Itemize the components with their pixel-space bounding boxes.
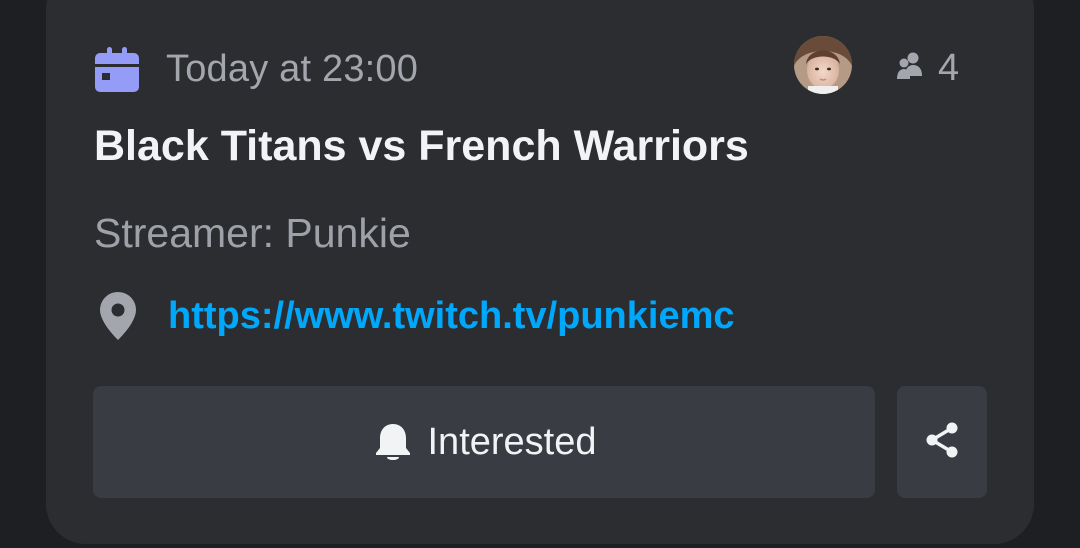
- event-date: Today at 23:00: [166, 47, 419, 90]
- event-location: https://www.twitch.tv/punkiemc: [98, 286, 735, 346]
- share-icon: [922, 420, 962, 465]
- share-button[interactable]: [897, 386, 987, 498]
- interested-label: Interested: [427, 420, 597, 463]
- bell-icon: [372, 421, 414, 463]
- event-title: Black Titans vs French Warriors: [94, 122, 749, 170]
- attendee-count: 4: [938, 46, 960, 89]
- event-date-row: Today at 23:00: [94, 40, 418, 98]
- event-description: Streamer: Punkie: [94, 210, 411, 256]
- location-pin-icon: [98, 291, 138, 341]
- creator-avatar[interactable]: [794, 36, 852, 94]
- people-icon: [896, 52, 926, 85]
- location-link[interactable]: https://www.twitch.tv/punkiemc: [168, 295, 735, 338]
- interested-button[interactable]: Interested: [93, 386, 875, 498]
- calendar-icon: [94, 46, 140, 92]
- attendees-indicator: 4: [896, 44, 959, 92]
